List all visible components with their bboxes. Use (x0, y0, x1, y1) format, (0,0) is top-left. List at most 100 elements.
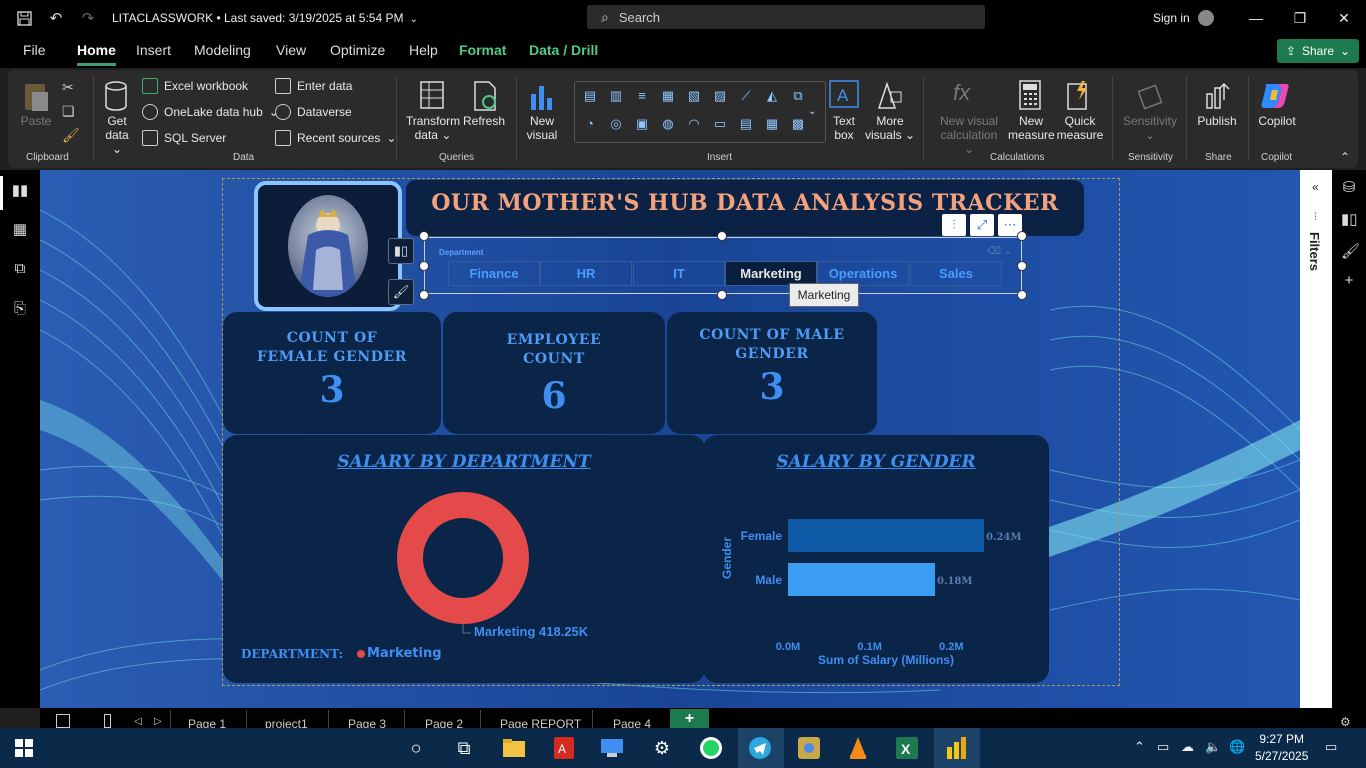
format-painter-icon[interactable]: 🖌 (62, 127, 80, 144)
dataverse-button[interactable]: Dataverse (275, 104, 352, 120)
treemap-icon[interactable]: ▣ (633, 116, 651, 132)
resize-handle[interactable] (717, 231, 727, 241)
tab-project1[interactable]: project1 (265, 717, 308, 728)
search-input[interactable]: ⌕ Search (587, 5, 985, 29)
tab-page-4[interactable]: Page 4 (613, 717, 651, 728)
onedrive-icon[interactable]: ☁ (1181, 739, 1194, 755)
paint-app-icon[interactable] (797, 736, 821, 760)
windows-start-icon[interactable] (12, 736, 36, 760)
minimize-icon[interactable]: — (1234, 0, 1278, 36)
add-page-button[interactable]: + (670, 709, 709, 728)
pdf-reader-icon[interactable]: A (552, 736, 576, 760)
save-icon[interactable] (8, 0, 40, 36)
model-view-icon[interactable]: ⧉ (10, 260, 30, 280)
text-box-button[interactable]: Text box (826, 114, 862, 142)
report-view-icon[interactable]: ▮▮ (10, 181, 30, 201)
card-icon[interactable]: ▭ (711, 116, 729, 132)
dax-query-view-icon[interactable]: ⎘ (10, 300, 30, 320)
menu-home[interactable]: Home (77, 42, 116, 66)
fit-page-icon[interactable] (56, 714, 70, 728)
legend-item[interactable]: Marketing (367, 646, 441, 661)
menu-modeling[interactable]: Modeling (194, 42, 251, 58)
restore-icon[interactable]: ❐ (1278, 0, 1322, 36)
menu-optimize[interactable]: Optimize (330, 42, 385, 58)
donut-slice-marketing[interactable] (397, 492, 529, 624)
build-visual-icon[interactable]: ▮▯ (388, 238, 414, 264)
clustered-column-icon[interactable]: ▥ (607, 88, 625, 104)
waterfall-icon[interactable]: ▨ (711, 88, 729, 104)
table-view-icon[interactable]: ▦ (10, 220, 30, 240)
table-icon[interactable]: ▦ (763, 116, 781, 132)
show-hidden-icons-icon[interactable]: ⌃ (1134, 739, 1145, 755)
quick-measure-button[interactable]: Quick measure (1054, 114, 1106, 142)
refresh-button[interactable]: Refresh (461, 114, 507, 128)
filter-icon[interactable]: ⫶ (942, 214, 966, 236)
redo-icon[interactable]: ↷ (72, 0, 104, 36)
pie-chart-icon[interactable]: ◔ (581, 116, 599, 132)
new-measure-button[interactable]: New measure (1008, 114, 1055, 142)
resize-handle[interactable] (419, 290, 429, 300)
salary-by-gender-chart[interactable]: SALARY BY GENDER Female 0.24M Male 0.18M 0.0… (703, 435, 1049, 683)
telegram-icon[interactable] (748, 736, 772, 760)
tab-page-report[interactable]: Page REPORT (500, 717, 581, 728)
bar-female[interactable] (788, 519, 984, 552)
search-icon[interactable]: ○ (404, 736, 428, 760)
column-chart-icon[interactable]: ▦ (659, 88, 677, 104)
enter-data-button[interactable]: Enter data (275, 78, 352, 94)
vlc-icon[interactable] (846, 736, 870, 760)
logo-image-frame[interactable] (254, 181, 402, 311)
bar-chart-icon[interactable]: ≡ (633, 88, 651, 104)
new-visual-button[interactable]: New visual (522, 114, 562, 142)
add-pane-icon[interactable]: + (1341, 272, 1357, 289)
cut-icon[interactable]: ✂ (62, 79, 74, 96)
ribbon-chart-icon[interactable]: ▧ (685, 88, 703, 104)
resize-handle[interactable] (419, 231, 429, 241)
power-bi-icon[interactable] (944, 736, 968, 760)
eraser-icon[interactable]: ⌫ ⌄ (987, 246, 1012, 257)
data-pane-icon[interactable]: ⛁ (1341, 178, 1357, 196)
copy-icon[interactable]: ❏ (62, 103, 75, 120)
next-page-icon[interactable]: ▷ (154, 716, 162, 727)
kpi-icon[interactable]: ▤ (737, 116, 755, 132)
new-visual-calculation-button[interactable]: New visual calculation ⌄ (934, 114, 1004, 156)
prev-page-icon[interactable]: ◁ (134, 716, 142, 727)
system-clock[interactable]: 9:27 PM 5/27/2025 (1255, 731, 1308, 765)
paste-button[interactable]: Paste (20, 114, 52, 128)
whatsapp-icon[interactable] (699, 736, 723, 760)
battery-icon[interactable]: ▭ (1157, 739, 1169, 755)
file-explorer-icon[interactable] (502, 736, 526, 760)
settings-icon[interactable]: ⚙ (1340, 715, 1351, 728)
bar-male[interactable] (788, 563, 935, 596)
collapse-ribbon-icon[interactable]: ⌃ (1340, 150, 1350, 164)
close-icon[interactable]: ✕ (1322, 0, 1366, 36)
excel-workbook-button[interactable]: Excel workbook (142, 78, 248, 94)
gallery-more-icon[interactable]: ⧉ (789, 88, 807, 104)
task-view-icon[interactable]: ⧉ (452, 736, 476, 760)
slicer-option-it[interactable]: IT (633, 261, 725, 286)
menu-data-drill[interactable]: Data / Drill (529, 42, 598, 58)
sql-server-button[interactable]: SQL Server (142, 130, 226, 146)
menu-view[interactable]: View (276, 42, 306, 58)
resize-handle[interactable] (1017, 231, 1027, 241)
notifications-icon[interactable]: ▭ (1325, 739, 1337, 755)
stacked-bar-icon[interactable]: ▤ (581, 88, 599, 104)
publish-button[interactable]: Publish (1192, 114, 1242, 128)
onelake-button[interactable]: OneLake data hub ⌄ (142, 104, 279, 120)
filters-label[interactable]: Filters (1307, 232, 1322, 271)
area-chart-icon[interactable]: ◭ (763, 88, 781, 104)
focus-mode-icon[interactable]: ⤢ (970, 214, 994, 236)
undo-icon[interactable]: ↶ (40, 0, 72, 36)
employee-count-card[interactable]: EMPLOYEE COUNT 6 (443, 312, 665, 434)
sign-in-button[interactable]: Sign in (1153, 10, 1214, 26)
slicer-option-hr[interactable]: HR (540, 261, 632, 286)
gallery-expand-icon[interactable]: ⌄ (808, 106, 816, 117)
department-slicer[interactable]: Department ⌫ ⌄ Finance HR IT Marketing O… (424, 237, 1022, 294)
menu-insert[interactable]: Insert (136, 42, 171, 58)
get-data-button[interactable]: Get data ⌄ (100, 114, 134, 156)
expand-filters-icon[interactable]: « (1312, 180, 1319, 194)
menu-format[interactable]: Format (459, 42, 506, 58)
female-count-card[interactable]: COUNT OF FEMALE GENDER 3 (223, 312, 441, 434)
share-button[interactable]: ⇪ Share ⌄ (1277, 39, 1359, 63)
donut-chart-icon[interactable]: ◎ (607, 116, 625, 132)
resize-handle[interactable] (419, 261, 429, 271)
